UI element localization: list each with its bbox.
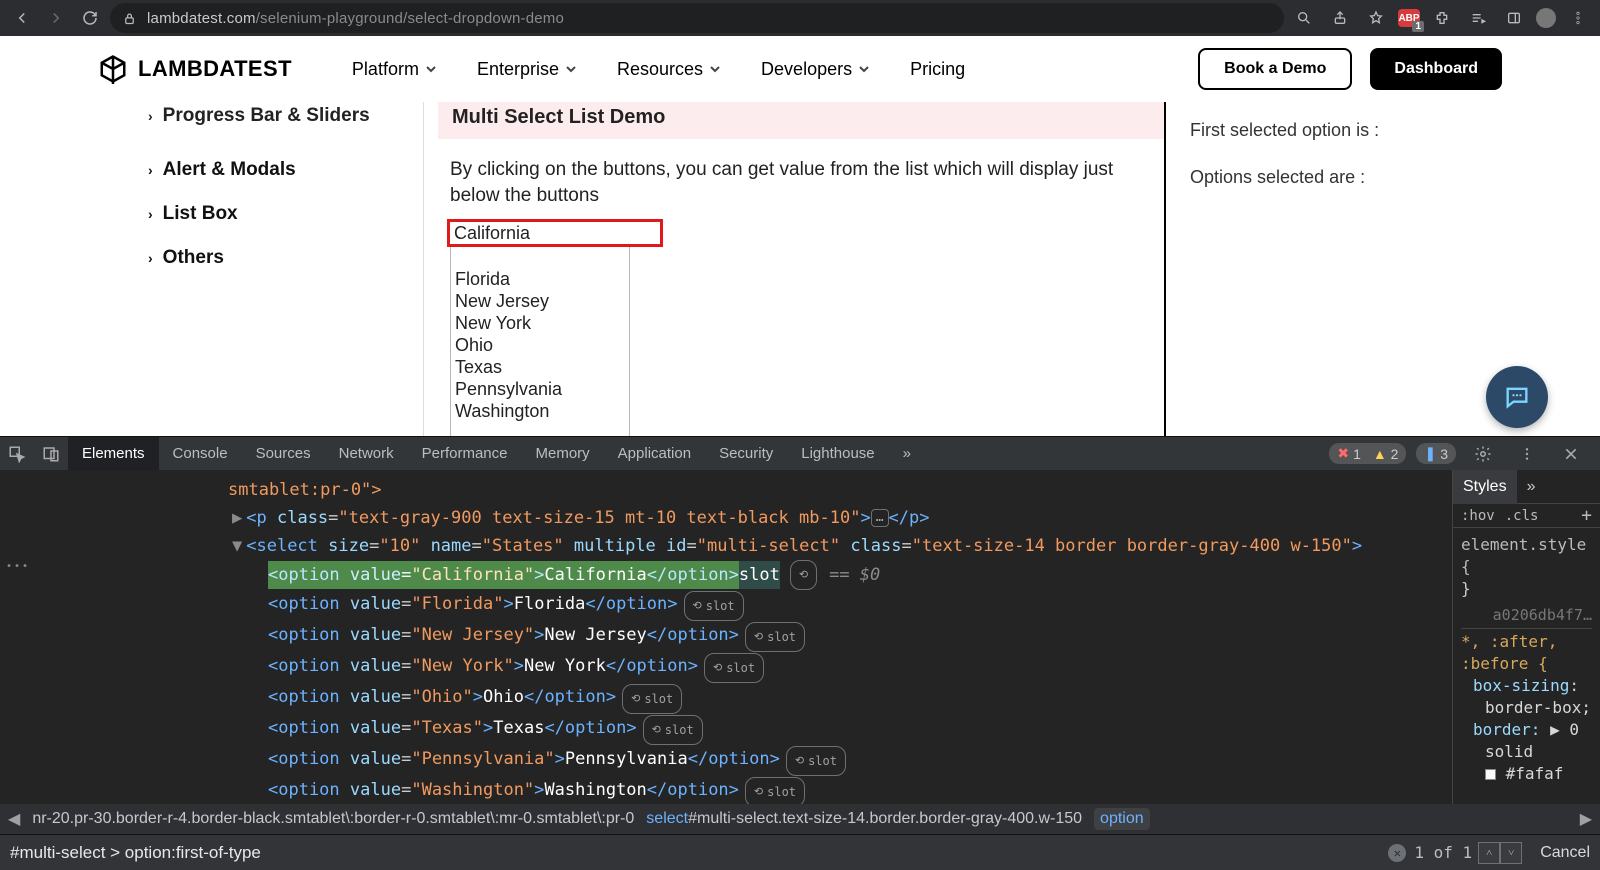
option-newjersey[interactable]: New Jersey	[451, 290, 629, 312]
bc-select[interactable]: #multi-select.text-size-14.border.border…	[688, 810, 1082, 827]
url-text: lambdatest.com/selenium-playground/selec…	[147, 10, 564, 27]
find-count: 1 of 1	[1414, 843, 1472, 862]
option-florida[interactable]: Florida	[451, 268, 629, 290]
nav-back-button[interactable]	[8, 4, 36, 32]
find-cancel-button[interactable]: Cancel	[1540, 844, 1590, 862]
sidebar-item-alert[interactable]: ›Alert & Modals	[98, 148, 423, 192]
site-header: LAMBDATEST Platform Enterprise Resources…	[0, 36, 1600, 102]
cls-toggle[interactable]: .cls	[1505, 508, 1539, 524]
chat-fab[interactable]	[1486, 366, 1548, 428]
hov-toggle[interactable]: :hov	[1461, 508, 1495, 524]
dom-option-line[interactable]: <option value="New Jersey">New Jersey</o…	[12, 621, 1440, 652]
tabs-overflow-icon[interactable]: »	[889, 437, 925, 471]
kebab-menu-icon[interactable]	[1564, 4, 1592, 32]
options-selected-label: Options selected are :	[1190, 167, 1502, 188]
tab-lighthouse[interactable]: Lighthouse	[787, 437, 888, 471]
sidebar-item-progress[interactable]: ›Progress Bar & Sliders	[98, 102, 423, 138]
nav-developers[interactable]: Developers	[761, 59, 870, 80]
bookmark-star-icon[interactable]	[1362, 4, 1390, 32]
playlist-icon[interactable]	[1464, 4, 1492, 32]
clear-find-icon[interactable]: ✕	[1388, 844, 1406, 862]
elements-breadcrumb[interactable]: ◀ nr-20.pr-30.border-r-4.border-black.sm…	[0, 804, 1600, 834]
page-content: ›Progress Bar & Sliders ›Alert & Modals …	[0, 102, 1600, 436]
adblock-extension-icon[interactable]: ABP	[1398, 9, 1420, 27]
find-bar: ✕ 1 of 1 ˄ ˅ Cancel	[0, 834, 1600, 870]
dom-option-line[interactable]: <option value="Washington">Washington</o…	[12, 776, 1440, 804]
tab-application[interactable]: Application	[604, 437, 705, 471]
option-pennsylvania[interactable]: Pennsylvania	[451, 378, 629, 400]
lock-icon	[122, 11, 137, 26]
option-ohio[interactable]: Ohio	[451, 334, 629, 356]
styles-rules[interactable]: element.style { } a0206db4f7… *, :after,…	[1453, 528, 1600, 804]
tab-performance[interactable]: Performance	[408, 437, 522, 471]
first-selected-label: First selected option is :	[1190, 120, 1502, 141]
logo-icon	[98, 54, 128, 84]
tab-memory[interactable]: Memory	[522, 437, 604, 471]
address-bar[interactable]: lambdatest.com/selenium-playground/selec…	[110, 3, 1284, 33]
demo-panel: Multi Select List Demo By clicking on th…	[423, 102, 1502, 436]
demo-output: First selected option is : Options selec…	[1164, 102, 1502, 436]
add-rule-icon[interactable]: +	[1581, 505, 1592, 526]
multi-select[interactable]: California Florida New Jersey New York O…	[450, 219, 630, 436]
tab-elements[interactable]: Elements	[68, 437, 159, 471]
sidebar-item-listbox[interactable]: ›List Box	[98, 192, 423, 236]
main-nav: Platform Enterprise Resources Developers…	[352, 59, 965, 80]
nav-enterprise[interactable]: Enterprise	[477, 59, 577, 80]
panel-icon[interactable]	[1500, 4, 1528, 32]
extensions-icon[interactable]	[1428, 4, 1456, 32]
nav-forward-button[interactable]	[42, 4, 70, 32]
devtools-tabs: Elements Console Sources Network Perform…	[0, 436, 1600, 470]
dom-option-line[interactable]: <option value="Florida">Florida</option>…	[12, 590, 1440, 621]
dom-option-line[interactable]: <option value="Texas">Texas</option>slot	[12, 714, 1440, 745]
find-prev-button[interactable]: ˄	[1478, 842, 1500, 864]
tab-network[interactable]: Network	[325, 437, 408, 471]
profile-avatar[interactable]	[1536, 8, 1556, 28]
elements-tree[interactable]: ••• smtablet:pr-0"> ▶<p class="text-gray…	[0, 470, 1452, 804]
share-icon[interactable]	[1326, 4, 1354, 32]
device-toggle-icon[interactable]	[34, 437, 68, 471]
dom-option-line[interactable]: <option value="Pennsylvania">Pennsylvani…	[12, 745, 1440, 776]
logo[interactable]: LAMBDATEST	[98, 54, 292, 84]
sidebar: ›Progress Bar & Sliders ›Alert & Modals …	[98, 102, 423, 436]
settings-gear-icon[interactable]	[1466, 437, 1500, 471]
demo-title: Multi Select List Demo	[438, 102, 1164, 139]
devtools: Elements Console Sources Network Perform…	[0, 436, 1600, 870]
devtools-close-icon[interactable]	[1554, 437, 1588, 471]
zoom-icon[interactable]	[1290, 4, 1318, 32]
option-washington[interactable]: Washington	[451, 400, 629, 422]
nav-platform[interactable]: Platform	[352, 59, 437, 80]
issues-badge[interactable]: ✖1 ▲2	[1329, 443, 1406, 464]
find-next-button[interactable]: ˅	[1500, 842, 1522, 864]
dom-option-line[interactable]: <option value="Ohio">Ohio</option>slot	[12, 683, 1440, 714]
dashboard-button[interactable]: Dashboard	[1370, 48, 1502, 90]
dom-option-line[interactable]: <option value="New York">New York</optio…	[12, 652, 1440, 683]
styles-tab[interactable]: Styles	[1453, 470, 1517, 504]
bc-option[interactable]: option	[1094, 808, 1150, 830]
inspect-tool-icon[interactable]	[0, 437, 34, 471]
devtools-kebab-icon[interactable]	[1510, 437, 1544, 471]
tab-sources[interactable]: Sources	[242, 437, 325, 471]
option-texas[interactable]: Texas	[451, 356, 629, 378]
nav-reload-button[interactable]	[76, 4, 104, 32]
styles-overflow-icon[interactable]: »	[1517, 470, 1546, 504]
find-input[interactable]	[10, 843, 1388, 863]
browser-toolbar: lambdatest.com/selenium-playground/selec…	[0, 0, 1600, 36]
info-badge[interactable]: ❚3	[1416, 443, 1456, 464]
sidebar-item-others[interactable]: ›Others	[98, 236, 423, 280]
option-california[interactable]: California	[447, 219, 663, 247]
nav-resources[interactable]: Resources	[617, 59, 721, 80]
book-demo-button[interactable]: Book a Demo	[1198, 48, 1352, 90]
styles-panel: Styles » :hov .cls + element.style { } a…	[1452, 470, 1600, 804]
tab-security[interactable]: Security	[705, 437, 787, 471]
tab-console[interactable]: Console	[159, 437, 242, 471]
nav-pricing[interactable]: Pricing	[910, 59, 965, 80]
demo-description: By clicking on the buttons, you can get …	[450, 157, 1138, 208]
option-newyork[interactable]: New York	[451, 312, 629, 334]
chat-icon	[1503, 383, 1531, 411]
